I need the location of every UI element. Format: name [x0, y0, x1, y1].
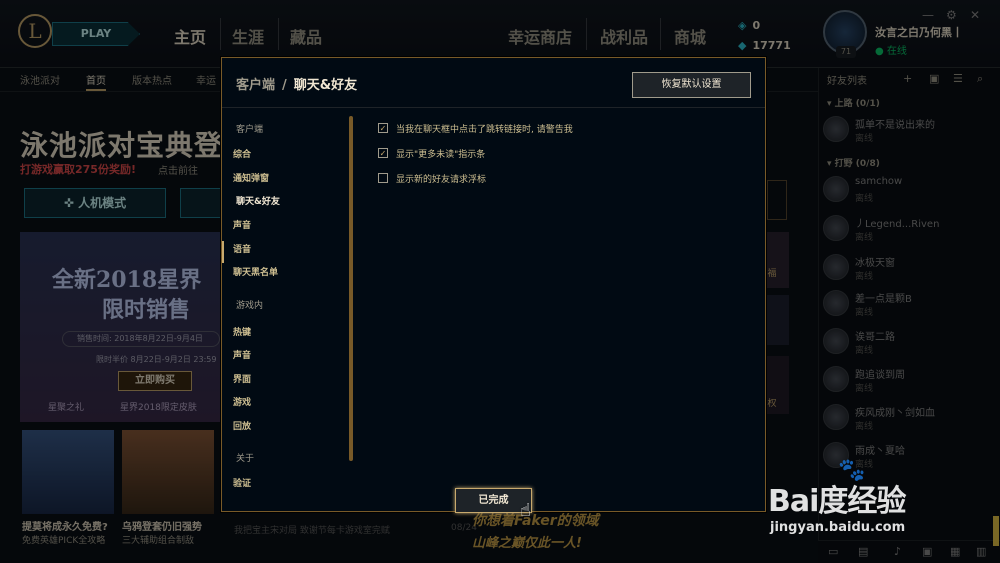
section-title-client: 客户端 [236, 125, 264, 135]
option-more-unread[interactable]: ✓ 显示"更多未读"指示条 [378, 146, 485, 160]
sidebar-item-replays[interactable]: 回放 [233, 419, 251, 432]
sidebar-item-game[interactable]: 游戏 [233, 395, 251, 408]
sidebar-item-chat-friends[interactable]: 聊天&好友 [236, 194, 280, 207]
option-label: 显示新的好友请求浮标 [396, 174, 487, 185]
option-warn-on-link[interactable]: ✓ 当我在聊天框中点击了跳转链接时, 请警告我 [378, 121, 573, 135]
settings-sidebar: 客户端 综合 通知弹窗 聊天&好友 声音 语音 聊天黑名单 游戏内 热键 声音 … [222, 109, 360, 489]
breadcrumb-current: 聊天&好友 [293, 78, 358, 93]
section-title-ingame: 游戏内 [236, 301, 264, 311]
sidebar-item-sound[interactable]: 声音 [233, 218, 251, 231]
checkbox-unchecked[interactable] [378, 173, 388, 183]
baidu-watermark: 🐾 Bai度经验 jingyan.baidu.com [768, 458, 998, 548]
watermark-text: Bai度经验 [768, 484, 906, 519]
checkbox-checked[interactable]: ✓ [378, 148, 388, 158]
settings-header: 客户端 / 聊天&好友 恢复默认设置 [222, 58, 765, 108]
section-title-about: 关于 [236, 454, 255, 464]
sidebar-item-interface[interactable]: 界面 [233, 372, 251, 385]
option-label: 显示"更多未读"指示条 [396, 149, 486, 160]
hand-cursor-icon: ☝ [520, 500, 531, 521]
active-indicator [222, 241, 224, 263]
breadcrumb: 客户端 / 聊天&好友 [236, 74, 357, 93]
breadcrumb-separator: / [282, 78, 287, 93]
settings-dialog: 客户端 / 聊天&好友 恢复默认设置 客户端 综合 通知弹窗 聊天&好友 声音 语音… [221, 57, 766, 513]
sidebar-item-hotkeys[interactable]: 热键 [233, 325, 251, 338]
sidebar-scrollbar[interactable] [349, 116, 353, 461]
restore-defaults-button[interactable]: 恢复默认设置 [632, 72, 751, 98]
league-client-window: L PLAY 主页 生涯 藏品 幸运商店 战利品 商城 ◈ 0 ◆ 17771 71… [0, 0, 1000, 563]
watermark-url: jingyan.baidu.com [770, 520, 906, 535]
sidebar-item-voice[interactable]: 语音 [233, 242, 251, 255]
checkbox-checked[interactable]: ✓ [378, 123, 388, 133]
sidebar-item-ingame-sound[interactable]: 声音 [233, 348, 251, 361]
sidebar-item-general[interactable]: 综合 [233, 147, 251, 160]
sidebar-item-chat-blocklist[interactable]: 聊天黑名单 [233, 265, 278, 278]
sidebar-item-verification[interactable]: 验证 [233, 476, 251, 489]
option-friend-request-badge[interactable]: 显示新的好友请求浮标 [378, 171, 486, 185]
sidebar-item-notifications[interactable]: 通知弹窗 [233, 171, 269, 184]
breadcrumb-root: 客户端 [236, 78, 276, 93]
option-label: 当我在聊天框中点击了跳转链接时, 请警告我 [396, 124, 573, 135]
